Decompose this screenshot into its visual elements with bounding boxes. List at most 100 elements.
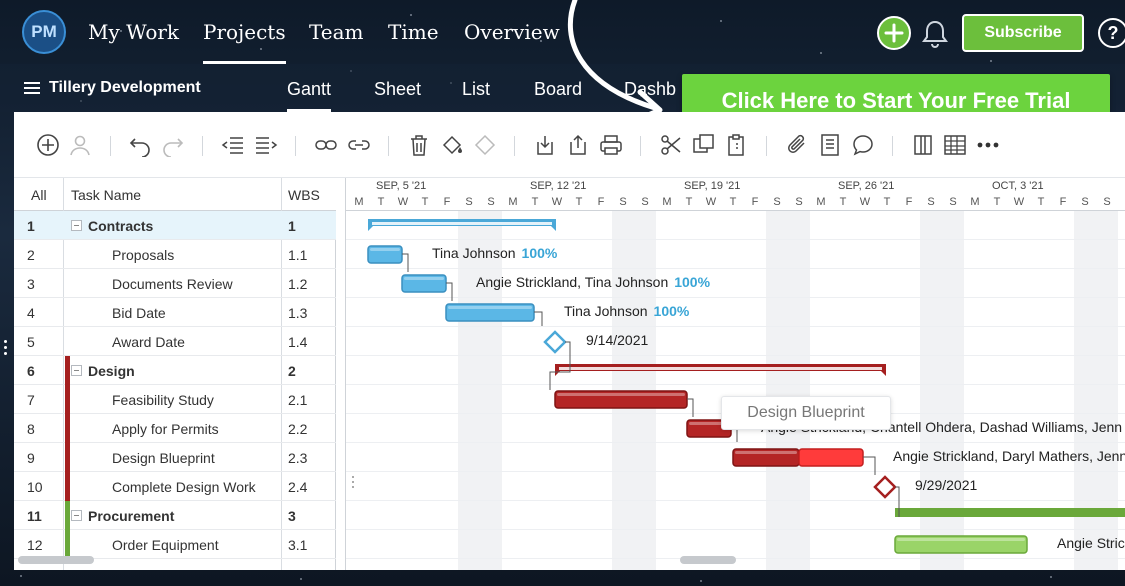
toolbar-divider bbox=[892, 136, 893, 156]
table-row[interactable]: 12 Order Equipment 3.1 bbox=[14, 530, 336, 559]
column-header-all[interactable]: All bbox=[31, 187, 47, 203]
task-bar-order-equipment-shine bbox=[897, 538, 1025, 541]
more-icon[interactable] bbox=[976, 133, 1000, 157]
summary-bar-contracts-highlight bbox=[372, 222, 552, 225]
add-icon[interactable] bbox=[36, 133, 60, 157]
nav-projects[interactable]: Projects bbox=[203, 20, 286, 64]
outdent-icon[interactable] bbox=[221, 133, 245, 157]
notes-icon[interactable] bbox=[818, 133, 842, 157]
toolbar-divider bbox=[640, 136, 641, 156]
table-row[interactable]: 9 Design Blueprint 2.3 bbox=[14, 443, 336, 472]
task-name[interactable]: Apply for Permits bbox=[112, 421, 219, 437]
group-color-bar bbox=[65, 414, 70, 443]
grid-horizontal-scrollbar[interactable] bbox=[18, 556, 94, 564]
nav-my-work[interactable]: My Work bbox=[88, 20, 179, 44]
paste-icon[interactable] bbox=[725, 133, 749, 157]
nav-overview[interactable]: Overview bbox=[464, 20, 560, 44]
dependency-line bbox=[534, 311, 543, 326]
collapse-toggle-icon[interactable] bbox=[71, 365, 82, 376]
task-name[interactable]: Order Equipment bbox=[112, 537, 219, 553]
redo-icon[interactable] bbox=[161, 133, 185, 157]
bar-label-design-blueprint: Angie Strickland, Daryl Mathers, Jenn bbox=[893, 448, 1125, 464]
milestone-complete-design[interactable] bbox=[873, 475, 897, 499]
nav-time[interactable]: Time bbox=[388, 20, 439, 44]
table-row[interactable]: 6 Design 2 bbox=[14, 356, 336, 385]
cut-icon[interactable] bbox=[659, 133, 683, 157]
milestone-icon[interactable] bbox=[473, 133, 497, 157]
tab-sheet[interactable]: Sheet bbox=[374, 79, 421, 100]
link-icon[interactable] bbox=[314, 133, 338, 157]
export-icon[interactable] bbox=[566, 133, 590, 157]
side-handle-icon[interactable] bbox=[4, 340, 8, 358]
collapse-toggle-icon[interactable] bbox=[71, 510, 82, 521]
wbs-value: 2.3 bbox=[288, 450, 308, 466]
task-name[interactable]: Proposals bbox=[112, 247, 174, 263]
row-number: 2 bbox=[27, 247, 35, 263]
task-name[interactable]: Contracts bbox=[88, 218, 153, 234]
gantt-chart: SEP, 5 '21 SEP, 12 '21 SEP, 19 '21 SEP, 26 … bbox=[345, 178, 1125, 570]
tab-gantt[interactable]: Gantt bbox=[287, 79, 332, 112]
table-row[interactable]: 2 Proposals 1.1 bbox=[14, 240, 336, 269]
summary-bar-design-highlight bbox=[559, 367, 882, 370]
unlink-icon[interactable] bbox=[347, 133, 371, 157]
nav-team[interactable]: Team bbox=[309, 20, 364, 44]
table-row[interactable]: 4 Bid Date 1.3 bbox=[14, 298, 336, 327]
subscribe-button[interactable]: Subscribe bbox=[962, 14, 1084, 52]
table-row[interactable]: 3 Documents Review 1.2 bbox=[14, 269, 336, 298]
notification-bell-icon[interactable] bbox=[921, 18, 949, 48]
task-name[interactable]: Award Date bbox=[112, 334, 185, 350]
toolbar-divider bbox=[514, 136, 515, 156]
task-tooltip: Design Blueprint bbox=[721, 396, 891, 430]
summary-bar-procurement[interactable] bbox=[895, 508, 1125, 517]
task-name[interactable]: Procurement bbox=[88, 508, 174, 524]
column-header-wbs[interactable]: WBS bbox=[288, 187, 320, 203]
fill-color-icon[interactable] bbox=[440, 133, 464, 157]
column-header-task-name[interactable]: Task Name bbox=[71, 187, 141, 203]
wbs-value: 1.2 bbox=[288, 276, 308, 292]
table-row[interactable]: 8 Apply for Permits 2.2 bbox=[14, 414, 336, 443]
pm-logo[interactable]: PM bbox=[22, 10, 66, 54]
table-row[interactable]: 10 Complete Design Work 2.4 bbox=[14, 472, 336, 501]
row-number: 4 bbox=[27, 305, 35, 321]
help-icon[interactable]: ? bbox=[1098, 18, 1125, 48]
indent-icon[interactable] bbox=[254, 133, 278, 157]
table-row[interactable]: 7 Feasibility Study 2.1 bbox=[14, 385, 336, 414]
attach-icon[interactable] bbox=[785, 133, 809, 157]
milestone-award-date[interactable] bbox=[543, 330, 567, 354]
task-name[interactable]: Bid Date bbox=[112, 305, 166, 321]
task-name[interactable]: Complete Design Work bbox=[112, 479, 256, 495]
assignee-label: Angie Strickland, Tina Johnson bbox=[476, 274, 669, 290]
table-icon[interactable] bbox=[943, 133, 967, 157]
row-number: 3 bbox=[27, 276, 35, 292]
add-new-button[interactable] bbox=[877, 16, 911, 50]
group-color-bar bbox=[65, 385, 70, 414]
task-name[interactable]: Design Blueprint bbox=[112, 450, 215, 466]
project-title[interactable]: Tillery Development bbox=[49, 79, 201, 97]
task-bar-design-blueprint-remaining[interactable] bbox=[798, 448, 864, 467]
undo-icon[interactable] bbox=[128, 133, 152, 157]
bar-label-proposals: Tina Johnson 100% bbox=[432, 245, 557, 261]
task-name[interactable]: Feasibility Study bbox=[112, 392, 214, 408]
wbs-value: 1.3 bbox=[288, 305, 308, 321]
comment-icon[interactable] bbox=[851, 133, 875, 157]
collapse-toggle-icon[interactable] bbox=[71, 220, 82, 231]
row-number: 9 bbox=[27, 450, 35, 466]
wbs-value: 3 bbox=[288, 508, 296, 524]
bar-label-documents-review: Angie Strickland, Tina Johnson 100% bbox=[476, 274, 710, 290]
table-row[interactable]: 5 Award Date 1.4 bbox=[14, 327, 336, 356]
copy-icon[interactable] bbox=[692, 133, 716, 157]
assign-user-icon[interactable] bbox=[68, 133, 92, 157]
tab-list[interactable]: List bbox=[462, 79, 490, 100]
task-name[interactable]: Design bbox=[88, 363, 135, 379]
task-name[interactable]: Documents Review bbox=[112, 276, 233, 292]
menu-icon[interactable] bbox=[24, 82, 40, 95]
table-row[interactable]: 1 Contracts 1 bbox=[14, 211, 336, 240]
progress-label: 100% bbox=[521, 245, 558, 261]
table-row[interactable]: 11 Procurement 3 bbox=[14, 501, 336, 530]
group-color-bar bbox=[65, 472, 70, 501]
delete-icon[interactable] bbox=[407, 133, 431, 157]
columns-icon[interactable] bbox=[911, 133, 935, 157]
print-icon[interactable] bbox=[599, 133, 623, 157]
import-icon[interactable] bbox=[533, 133, 557, 157]
gantt-horizontal-scrollbar[interactable] bbox=[680, 556, 736, 564]
